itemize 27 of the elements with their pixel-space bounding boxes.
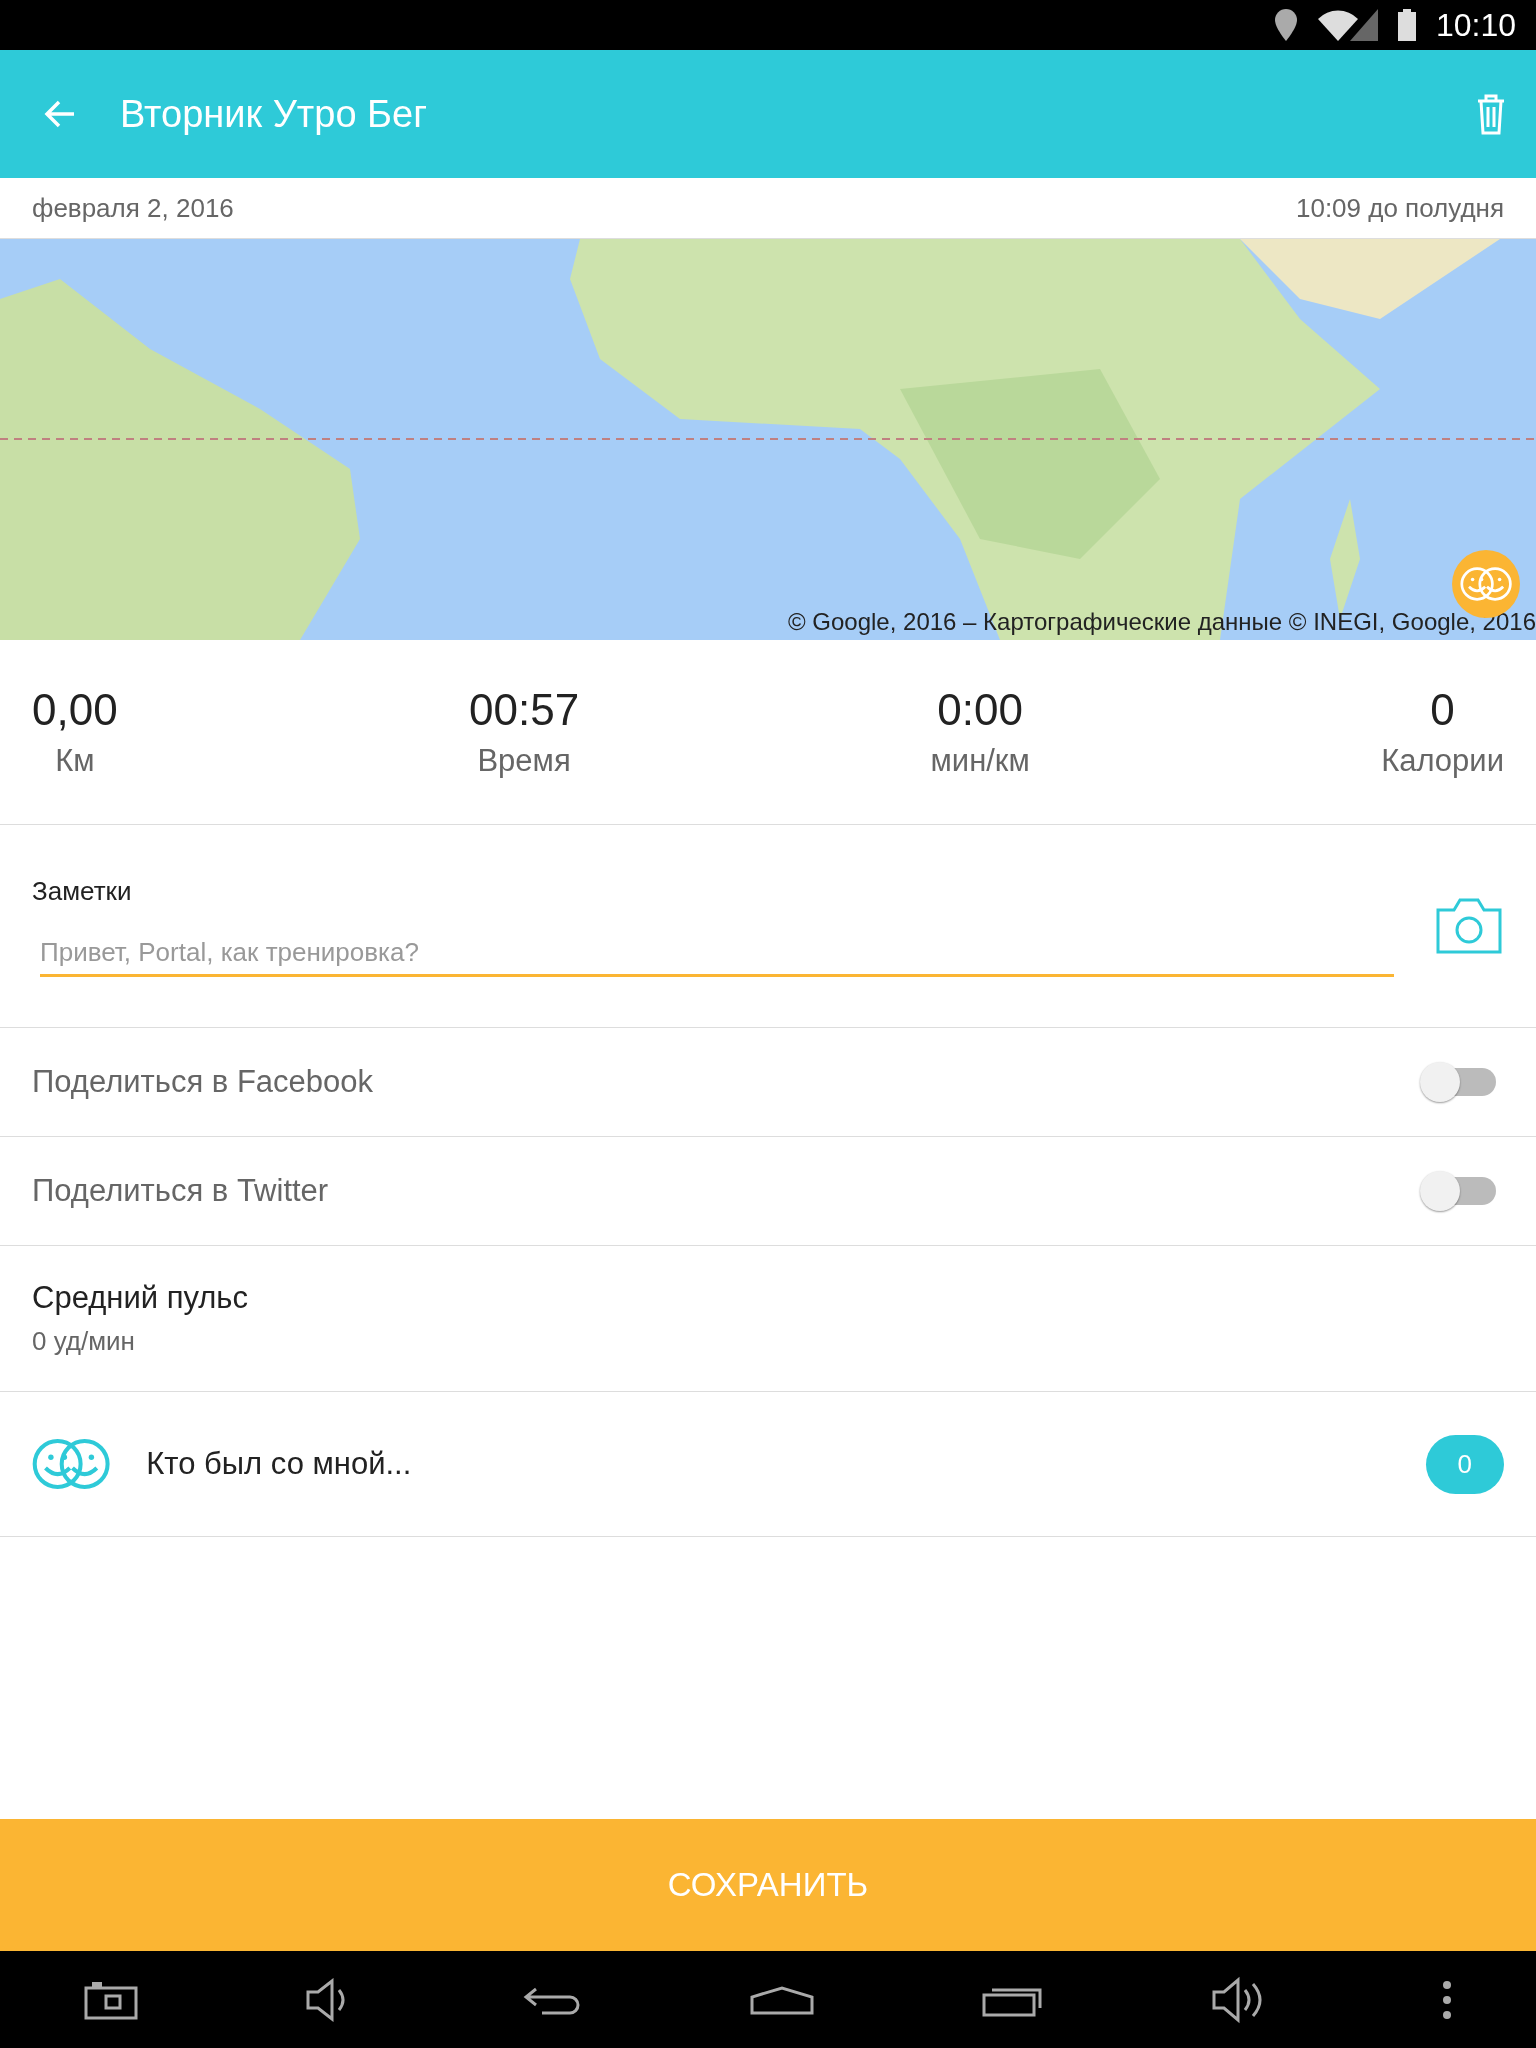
stat-value: 0:00 <box>937 685 1023 735</box>
battery-icon <box>1397 9 1416 41</box>
date-text: февраля 2, 2016 <box>32 192 234 224</box>
more-icon[interactable] <box>1442 1979 1453 2020</box>
screenshot-icon[interactable] <box>83 1979 138 2020</box>
home-icon[interactable] <box>749 1984 815 2015</box>
screen-title: Вторник Утро Бег <box>120 92 429 136</box>
stat-value: 0 <box>1430 685 1455 735</box>
share-label: Поделиться в Twitter <box>32 1173 329 1209</box>
share-label: Поделиться в Facebook <box>32 1064 373 1100</box>
location-icon <box>1273 9 1298 41</box>
faces-icon <box>32 1437 111 1491</box>
stat-label: Км <box>55 743 95 779</box>
stat-value: 0,00 <box>32 685 118 735</box>
companions-label[interactable]: Кто был со мной... <box>146 1446 1390 1482</box>
pulse-value: 0 уд/мин <box>32 1326 136 1357</box>
stat-label: мин/км <box>930 743 1030 779</box>
notes-label: Заметки <box>32 875 133 907</box>
clock: 10:10 <box>1435 6 1516 44</box>
stat-label: Калории <box>1381 743 1504 779</box>
stat-label: Время <box>477 743 571 779</box>
pulse-label: Средний пульс <box>32 1280 249 1316</box>
stat-value: 00:57 <box>469 685 580 735</box>
time-text: 10:09 до полудня <box>1295 192 1504 224</box>
faces-icon <box>1459 566 1513 602</box>
companions-count: 0 <box>1425 1434 1504 1494</box>
signal-icon <box>1317 9 1378 41</box>
